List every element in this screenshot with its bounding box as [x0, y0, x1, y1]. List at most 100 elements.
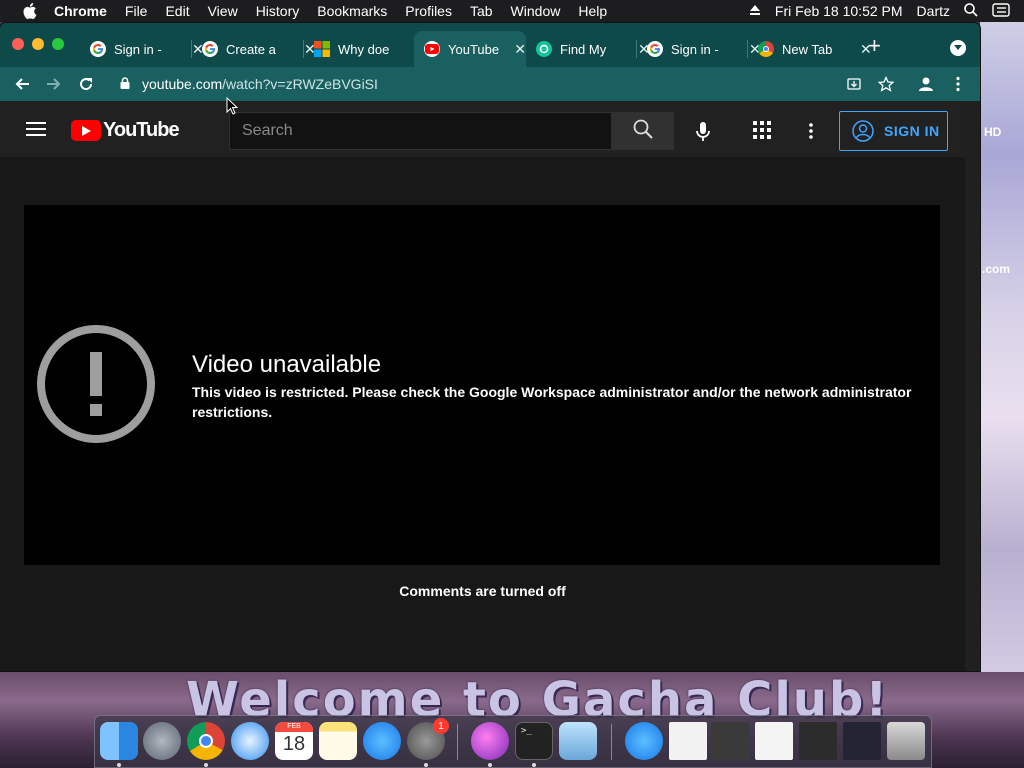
menu-edit[interactable]: Edit [165, 3, 189, 19]
youtube-play-icon [71, 120, 101, 141]
video-player[interactable]: Video unavailable This video is restrict… [24, 205, 940, 565]
profile-icon[interactable] [918, 76, 934, 92]
new-tab-button[interactable]: + [868, 35, 881, 57]
calendar-icon[interactable]: FEB 18 [275, 722, 313, 760]
wallpaper-com-text: .com [982, 262, 1011, 276]
close-window-button[interactable] [12, 38, 24, 50]
tab-sign-in-2[interactable]: Sign in - ✕ [637, 31, 761, 67]
tab-strip: Sign in - ✕ Create a ✕ Why doe ✕ YouTube… [0, 23, 980, 67]
eject-icon[interactable] [749, 3, 761, 19]
spotlight-search-icon[interactable] [964, 2, 978, 20]
account-circle-icon [852, 120, 874, 142]
app-store-download-icon[interactable] [625, 722, 663, 760]
tab-search-icon[interactable] [950, 40, 966, 56]
close-tab-icon[interactable]: ✕ [514, 41, 526, 58]
tab-title: New Tab [782, 41, 833, 57]
youtube-logo[interactable]: YouTube [71, 119, 180, 142]
google-icon [90, 41, 106, 57]
search-placeholder: Search [242, 122, 293, 139]
tab-title: Create a [226, 41, 276, 57]
settings-more-icon[interactable] [801, 121, 821, 141]
browser-toolbar: youtube.com/watch?v=zRWZeBVGiSI [0, 67, 980, 101]
menu-help[interactable]: Help [578, 3, 607, 19]
control-center-icon[interactable] [992, 2, 1010, 20]
search-icon [633, 119, 653, 144]
finder-icon[interactable] [100, 722, 138, 760]
apple-icon[interactable] [20, 3, 40, 19]
browser-window: Sign in - ✕ Create a ✕ Why doe ✕ YouTube… [0, 23, 980, 671]
sign-in-label: SIGN IN [884, 123, 940, 139]
gacha-club-icon[interactable] [471, 722, 509, 760]
grammarly-icon [536, 41, 552, 57]
bookmark-star-icon[interactable] [878, 76, 894, 92]
tab-youtube[interactable]: YouTube ✕ [414, 31, 526, 67]
trash-icon[interactable] [887, 722, 925, 760]
search-button[interactable] [612, 112, 674, 150]
tab-sign-in-1[interactable]: Sign in - ✕ [80, 31, 204, 67]
tab-find-my[interactable]: Find My ✕ [526, 31, 650, 67]
notes-icon[interactable] [319, 722, 357, 760]
minimized-window-1[interactable] [711, 722, 749, 760]
sign-in-button[interactable]: SIGN IN [839, 111, 948, 151]
page-scrollbar[interactable] [965, 101, 980, 671]
chrome-icon [758, 41, 774, 57]
wallpaper-hd-text: HD [984, 125, 1002, 139]
minimize-window-button[interactable] [32, 38, 44, 50]
system-preferences-icon[interactable]: 1 [407, 718, 449, 760]
address-bar[interactable]: youtube.com/watch?v=zRWZeBVGiSI [110, 70, 970, 98]
minimized-window-2[interactable] [755, 722, 793, 760]
error-message: This video is restricted. Please check t… [192, 384, 912, 420]
notification-badge: 1 [433, 718, 449, 734]
zoom-window-button[interactable] [52, 38, 64, 50]
menubar-user[interactable]: Dartz [917, 3, 950, 19]
menu-tab[interactable]: Tab [470, 3, 493, 19]
google-icon [647, 41, 663, 57]
reload-icon[interactable] [76, 74, 96, 94]
forward-arrow-icon[interactable] [44, 74, 64, 94]
google-icon [202, 41, 218, 57]
youtube-header: YouTube Search SIGN IN [0, 101, 965, 157]
back-arrow-icon[interactable] [12, 74, 32, 94]
menu-bookmarks[interactable]: Bookmarks [317, 3, 387, 19]
tab-why-does[interactable]: Why doe ✕ [304, 31, 428, 67]
macos-dock: FEB 18 1 >_ [94, 715, 932, 768]
youtube-logo-text: YouTube [103, 119, 180, 141]
tab-title: Find My [560, 41, 607, 57]
minimized-window-3[interactable] [799, 722, 837, 760]
warning-exclamation-icon [36, 324, 156, 444]
app-store-icon[interactable] [363, 722, 401, 760]
chrome-menu-icon[interactable] [950, 76, 966, 92]
tab-new-tab[interactable]: New Tab ✕ [748, 31, 872, 67]
install-app-icon[interactable] [846, 76, 862, 92]
youtube-icon [424, 41, 440, 57]
chrome-app-icon[interactable] [187, 722, 225, 760]
url-domain: youtube.com [142, 76, 223, 92]
tab-title: Sign in - [114, 41, 162, 57]
archive-zip-icon[interactable] [669, 722, 707, 760]
search-input[interactable]: Search [229, 112, 612, 150]
menu-history[interactable]: History [256, 3, 300, 19]
comments-status: Comments are turned off [399, 583, 566, 599]
menu-window[interactable]: Window [511, 3, 561, 19]
menu-file[interactable]: File [125, 3, 148, 19]
calendar-day: 18 [282, 733, 306, 755]
lock-icon[interactable] [120, 76, 130, 92]
tab-create[interactable]: Create a ✕ [192, 31, 316, 67]
calendar-month: FEB [275, 722, 313, 732]
minimized-window-4[interactable] [843, 722, 881, 760]
desktop-wallpaper: HD .com [980, 22, 1024, 682]
tab-title: Why doe [338, 41, 390, 57]
youtube-page: YouTube Search SIGN IN Video unavailable… [0, 101, 980, 671]
preview-icon[interactable] [559, 722, 597, 760]
safari-icon[interactable] [231, 722, 269, 760]
terminal-icon[interactable]: >_ [515, 722, 553, 760]
hamburger-menu-icon[interactable] [26, 122, 46, 136]
menu-app-chrome[interactable]: Chrome [54, 3, 107, 19]
microphone-icon[interactable] [692, 121, 714, 143]
error-title: Video unavailable [192, 351, 382, 378]
launchpad-icon[interactable] [143, 722, 181, 760]
menu-profiles[interactable]: Profiles [405, 3, 452, 19]
menu-view[interactable]: View [208, 3, 238, 19]
menubar-clock[interactable]: Fri Feb 18 10:52 PM [775, 3, 903, 19]
apps-grid-icon[interactable] [753, 121, 773, 141]
